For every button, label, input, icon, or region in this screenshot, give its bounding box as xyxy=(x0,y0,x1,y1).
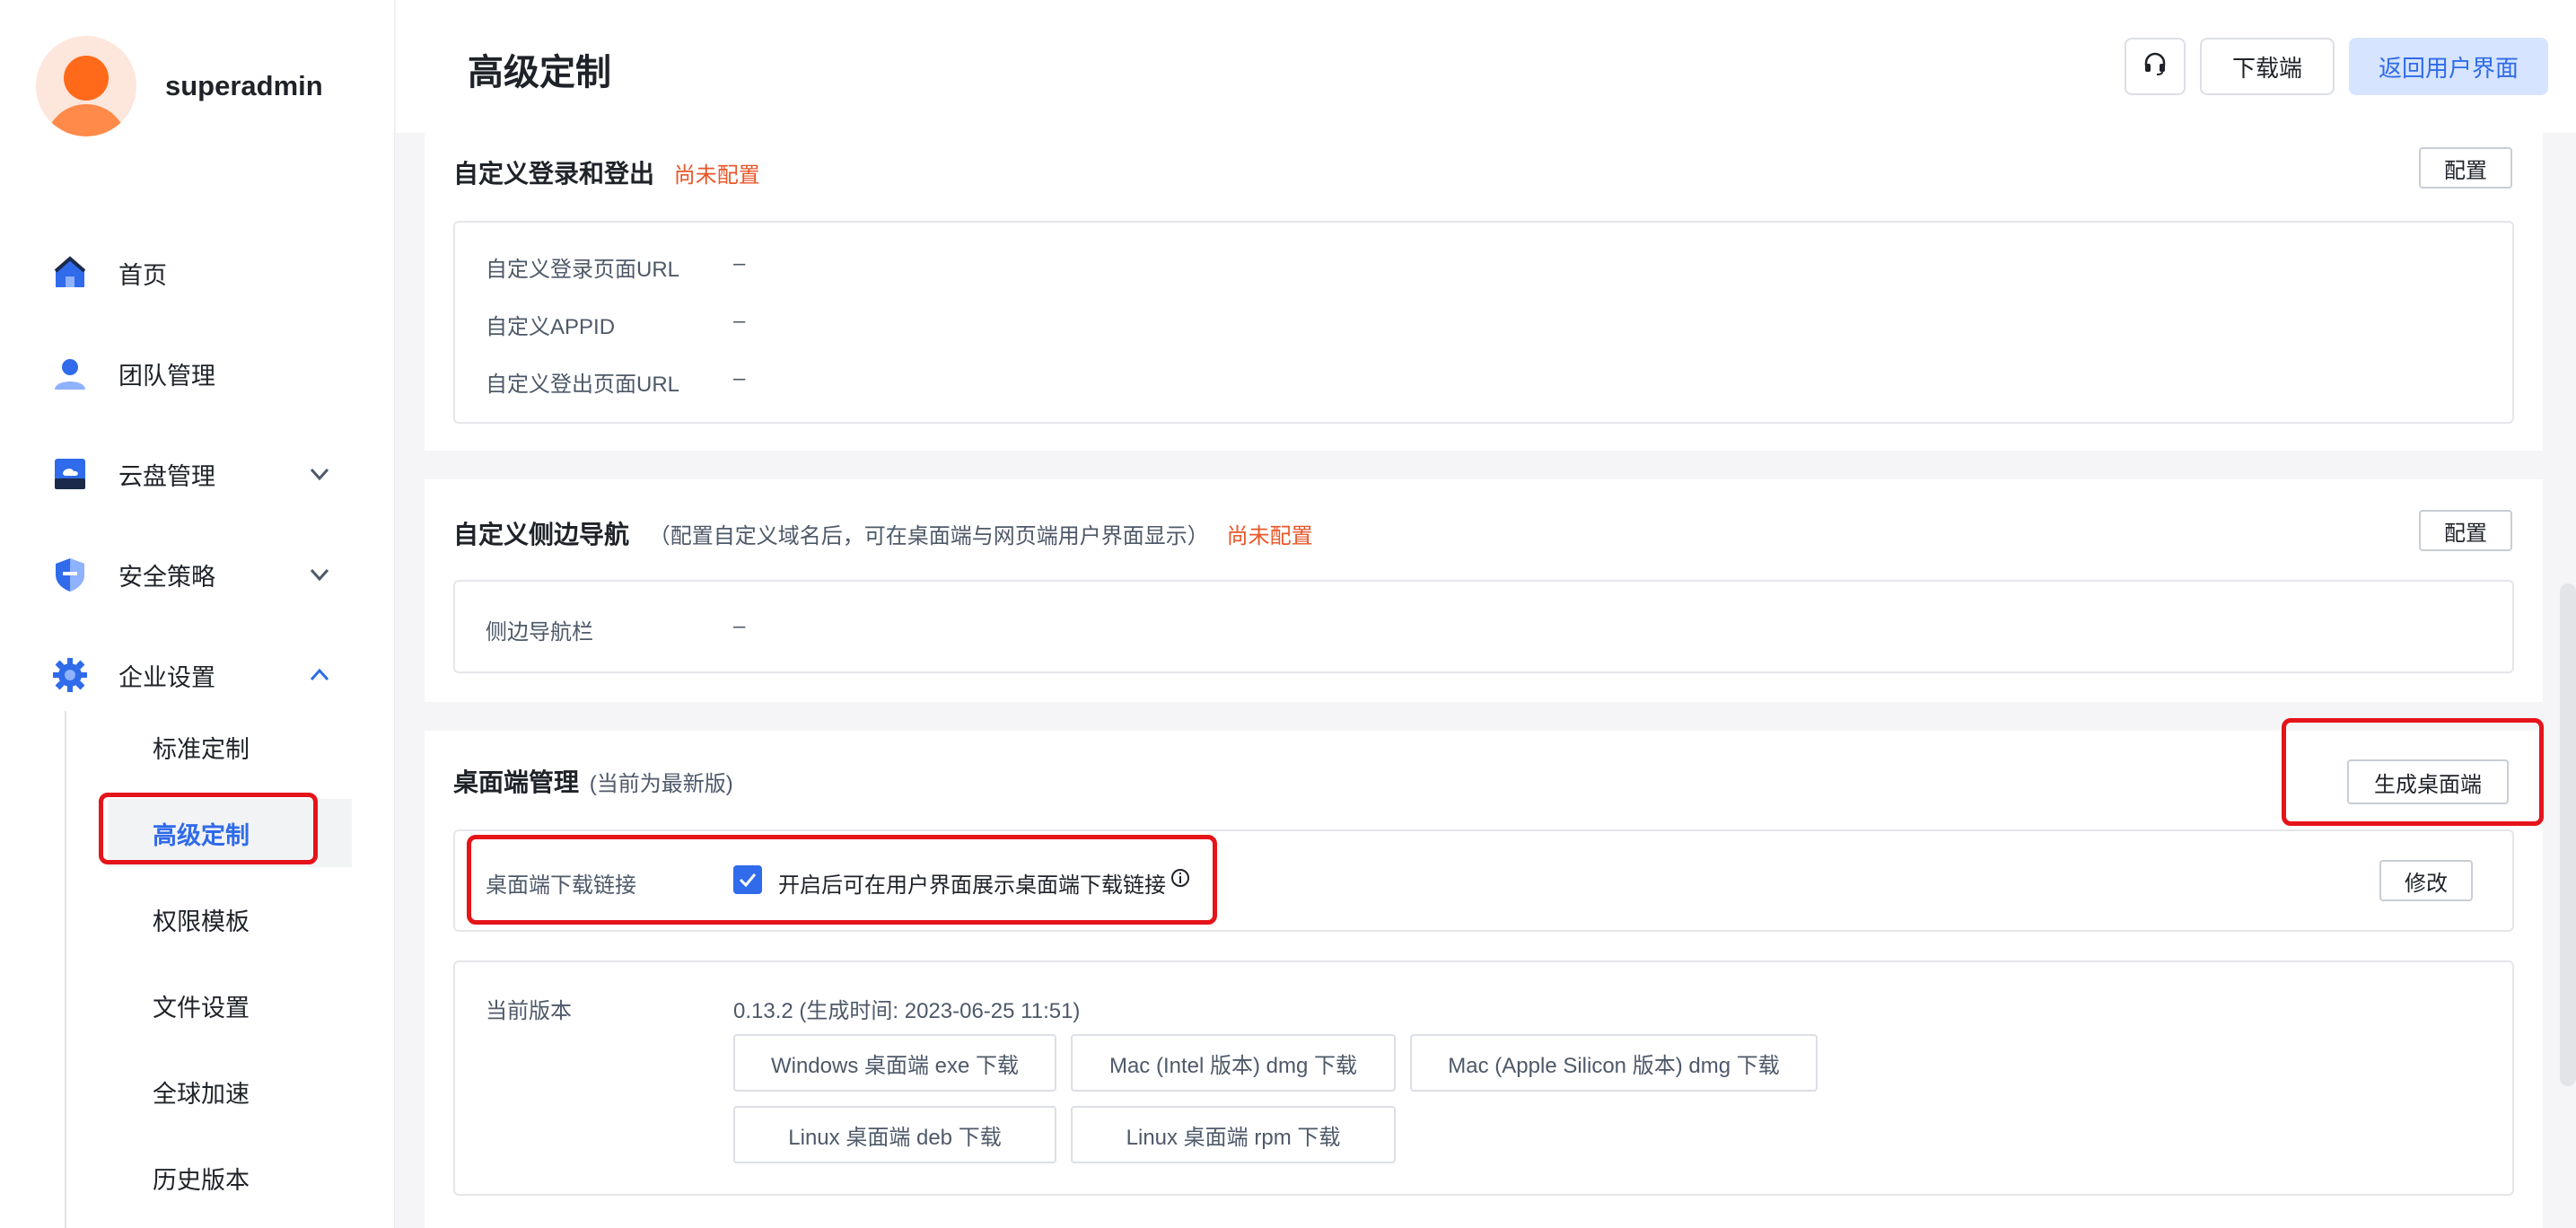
info-icon[interactable] xyxy=(1170,867,1191,893)
desktop-management-panel: 桌面端管理 (当前为最新版) 生成桌面端 桌面端下载链接 开启后可在用户界面展示… xyxy=(425,731,2543,1228)
field-value: – xyxy=(733,614,746,638)
submenu-divider xyxy=(65,711,66,1228)
custom-sidenav-panel: 自定义侧边导航 （配置自定义域名后，可在桌面端与网页端用户界面显示） 尚未配置 … xyxy=(425,479,2543,702)
field-value: – xyxy=(733,251,746,276)
sidebar-subitem-history-version[interactable]: 历史版本 xyxy=(108,1144,352,1212)
field-key: 自定义APPID xyxy=(486,315,616,339)
sidebar-subitem-standard-custom[interactable]: 标准定制 xyxy=(108,713,352,781)
sidebar-subitem-global-acceleration[interactable]: 全球加速 xyxy=(108,1057,352,1126)
field-key: 侧边导航栏 xyxy=(486,620,593,645)
field-value: – xyxy=(733,366,746,390)
download-link-checkbox[interactable] xyxy=(733,865,762,894)
field-key: 当前版本 xyxy=(486,999,572,1023)
page-title: 高级定制 xyxy=(468,53,611,92)
download-link-box: 桌面端下载链接 开启后可在用户界面展示桌面端下载链接 修改 xyxy=(453,829,2514,932)
download-linux-deb-button[interactable]: Linux 桌面端 deb 下载 xyxy=(733,1106,1056,1163)
support-button[interactable] xyxy=(2125,38,2186,95)
current-version-box: 当前版本 0.13.2 (生成时间: 2023-06-25 11:51) Win… xyxy=(453,960,2514,1196)
user-profile[interactable]: superadmin xyxy=(36,36,323,136)
sidebar-item-home[interactable]: 首页 xyxy=(50,244,346,302)
sidebar-subitem-permission-template[interactable]: 权限模板 xyxy=(108,885,352,953)
chevron-down-icon[interactable] xyxy=(307,461,332,487)
download-mac-apple-silicon-button[interactable]: Mac (Apple Silicon 版本) dmg 下载 xyxy=(1410,1034,1818,1092)
team-icon xyxy=(50,354,90,393)
home-icon xyxy=(50,253,90,293)
checkbox-label: 开启后可在用户界面展示桌面端下载链接 xyxy=(778,873,1166,898)
sidebar-item-label: 团队管理 xyxy=(118,362,215,390)
headset-icon xyxy=(2142,50,2169,83)
chevron-up-icon[interactable] xyxy=(307,662,332,688)
sidebar-item-label: 安全策略 xyxy=(118,563,215,591)
login-info-box: 自定义登录页面URL – 自定义APPID – 自定义登出页面URL – xyxy=(453,221,2514,424)
download-linux-rpm-button[interactable]: Linux 桌面端 rpm 下载 xyxy=(1071,1106,1396,1163)
custom-login-panel: 自定义登录和登出 尚未配置 配置 自定义登录页面URL – 自定义APPID –… xyxy=(425,133,2543,451)
sidebar-item-label: 云盘管理 xyxy=(118,462,215,490)
sidebar-subitem-advanced-custom[interactable]: 高级定制 xyxy=(108,799,352,867)
cloud-drive-icon xyxy=(50,454,90,494)
download-windows-exe-button[interactable]: Windows 桌面端 exe 下载 xyxy=(733,1034,1056,1092)
download-client-button[interactable]: 下载端 xyxy=(2200,38,2335,95)
status-badge: 尚未配置 xyxy=(1226,524,1313,548)
panel-title-text: 自定义登录和登出 xyxy=(453,160,655,188)
field-key: 自定义登出页面URL xyxy=(486,373,680,397)
scrollbar[interactable] xyxy=(2560,583,2576,1086)
sidebar-item-team[interactable]: 团队管理 xyxy=(50,345,346,402)
check-icon xyxy=(739,873,757,888)
username: superadmin xyxy=(165,70,323,101)
download-mac-intel-button[interactable]: Mac (Intel 版本) dmg 下载 xyxy=(1071,1034,1396,1092)
back-to-user-ui-button[interactable]: 返回用户界面 xyxy=(2349,38,2548,95)
avatar[interactable] xyxy=(36,36,136,136)
panel-subtitle: (当前为最新版) xyxy=(589,772,733,796)
panel-title: 桌面端管理 (当前为最新版) xyxy=(453,763,733,799)
field-value: – xyxy=(733,309,746,333)
sidebar-subitem-file-settings[interactable]: 文件设置 xyxy=(108,971,352,1039)
panel-title-text: 桌面端管理 xyxy=(453,768,580,796)
sidebar-item-security[interactable]: 安全策略 xyxy=(50,546,346,603)
sidebar-item-label: 企业设置 xyxy=(118,663,215,691)
chevron-down-icon[interactable] xyxy=(307,562,332,587)
sidebar: superadmin 首页 团队管理 云盘管理 安全策略 企业设置 标准定制 高… xyxy=(0,0,395,1228)
config-button[interactable]: 配置 xyxy=(2419,510,2512,551)
generate-desktop-button[interactable]: 生成桌面端 xyxy=(2347,759,2509,804)
version-value: 0.13.2 (生成时间: 2023-06-25 11:51) xyxy=(733,999,1081,1023)
shield-icon xyxy=(50,555,90,594)
panel-title-text: 自定义侧边导航 xyxy=(453,521,630,548)
panel-subtitle: （配置自定义域名后，可在桌面端与网页端用户界面显示） xyxy=(648,524,1209,548)
config-button[interactable]: 配置 xyxy=(2419,147,2512,189)
modify-button[interactable]: 修改 xyxy=(2379,860,2473,901)
panel-title: 自定义登录和登出 尚未配置 xyxy=(453,154,760,190)
gear-icon xyxy=(50,655,90,695)
sidebar-item-enterprise-settings[interactable]: 企业设置 xyxy=(50,646,346,704)
sidebar-item-cloud-drive[interactable]: 云盘管理 xyxy=(50,445,346,503)
panel-title: 自定义侧边导航 （配置自定义域名后，可在桌面端与网页端用户界面显示） 尚未配置 xyxy=(453,515,1313,551)
field-key: 自定义登录页面URL xyxy=(486,258,680,282)
sidenav-info-box: 侧边导航栏 – xyxy=(453,580,2514,673)
sidebar-item-label: 首页 xyxy=(118,261,167,289)
page-header: 高级定制 下载端 返回用户界面 xyxy=(396,0,2576,133)
field-key: 桌面端下载链接 xyxy=(486,873,636,898)
status-badge: 尚未配置 xyxy=(673,163,760,188)
